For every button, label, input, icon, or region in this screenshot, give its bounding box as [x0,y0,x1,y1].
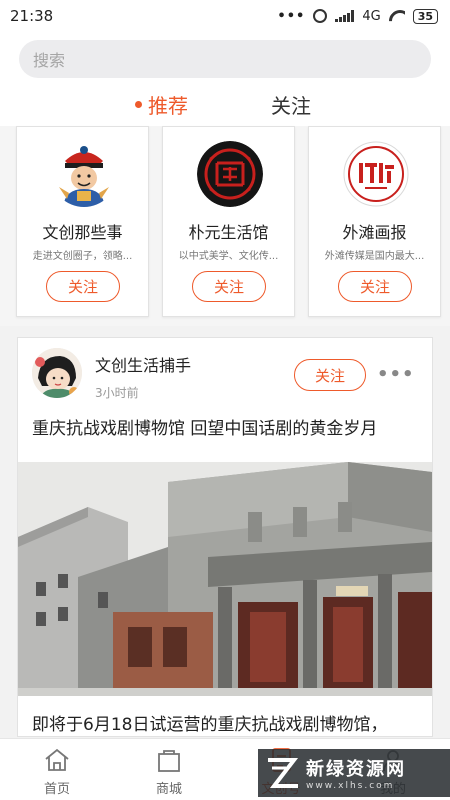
watermark-text: 新绿资源网 www.xlhs.com [306,755,406,791]
tab-recommend[interactable]: 推荐 [148,90,188,119]
network-type: 4G [362,8,381,24]
follow-button[interactable]: 关注 [294,359,366,391]
watermark-logo-icon [264,754,302,792]
card-desc: 走进文创圈子，领略... [32,251,133,262]
status-time: 21:38 [10,7,54,25]
post-excerpt[interactable]: 即将于6月18日试运营的重庆抗战戏剧博物馆， [32,710,426,735]
search-input[interactable]: 搜索 [19,40,431,78]
red-seal-logo-icon [197,141,263,207]
home-icon [45,748,69,771]
signal-icon [335,10,355,22]
recommend-cards: 文创那些事 走进文创圈子，领略... 关注 朴元生活馆 以中式美学、文化传...… [0,126,450,326]
active-tab-dot-icon [135,101,142,108]
post-card[interactable]: 文创生活捕手 3小时前 关注 ••• 重庆抗战戏剧博物馆 回望中国话剧的黄金岁月 [17,337,433,737]
nav-mall[interactable]: 商城 [124,739,214,800]
recommend-card[interactable]: 外滩画报 外滩传媒是国内最大... 关注 [308,126,441,317]
post-author[interactable]: 文创生活捕手 [95,352,191,376]
post-title[interactable]: 重庆抗战戏剧博物馆 回望中国话剧的黄金岁月 [32,414,424,439]
author-avatar-icon [32,348,82,398]
status-bar: 21:38 ••• 4G 35 [0,0,450,32]
museum-building-photo [18,462,432,696]
card-name: 外滩画报 [342,223,407,242]
more-options-icon[interactable]: ••• [377,364,415,385]
card-desc: 外滩传媒是国内最大... [324,251,425,262]
post-time: 3小时前 [95,386,139,400]
avatar [197,141,263,207]
official-figure-icon [51,141,117,207]
header: 搜索 推荐 关注 [0,32,450,126]
watermark-sub: www.xlhs.com [306,781,395,791]
recommend-card[interactable]: 朴元生活馆 以中式美学、文化传... 关注 [162,126,295,317]
waitan-logo-icon [343,141,409,207]
shopping-bag-icon [158,750,180,772]
card-name: 朴元生活馆 [188,223,269,242]
post-image[interactable] [18,462,432,696]
status-icons: ••• 4G 35 [277,8,438,24]
follow-button[interactable]: 关注 [338,271,412,302]
nav-label: 首页 [43,782,70,797]
search-placeholder: 搜索 [33,51,66,70]
avatar [51,141,117,207]
more-notifications-icon: ••• [277,8,306,24]
battery-icon: 35 [412,8,438,24]
avatar[interactable] [32,348,82,398]
watermark: 新绿资源网 www.xlhs.com [258,749,450,797]
nav-label: 商城 [155,782,182,797]
tab-following[interactable]: 关注 [271,90,311,119]
watermark-title: 新绿资源网 [306,759,406,780]
card-desc: 以中式美学、文化传... [178,251,279,262]
follow-button[interactable]: 关注 [192,271,266,302]
wifi-icon [389,10,405,22]
recommend-card[interactable]: 文创那些事 走进文创圈子，领略... 关注 [16,126,149,317]
follow-button[interactable]: 关注 [46,271,120,302]
nav-home[interactable]: 首页 [12,739,102,800]
alarm-icon [313,9,328,23]
avatar [343,141,409,207]
card-name: 文创那些事 [42,223,123,242]
tab-bar: 推荐 关注 [0,90,450,120]
